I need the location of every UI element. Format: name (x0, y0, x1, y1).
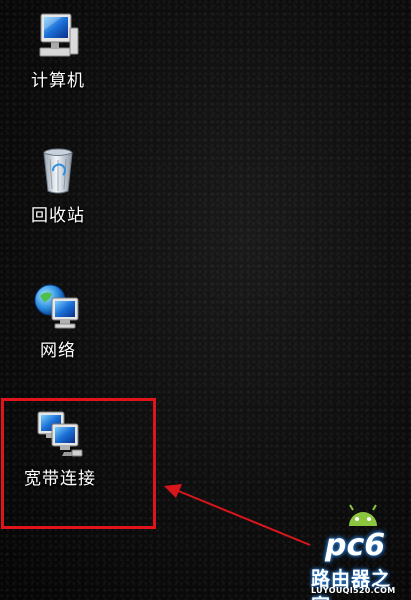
desktop-icon-label: 回收站 (31, 206, 85, 226)
recycle-bin-icon (43, 148, 73, 194)
computer-icon (39, 13, 79, 57)
network-icon (34, 284, 79, 329)
desktop: 计算机 回收站 网络 宽带连接 pc6 路由器之 LUYOUQI520.COM (0, 0, 411, 600)
watermark-url: LUYOUQI520.COM (311, 586, 396, 595)
highlight-box (1, 398, 156, 529)
desktop-icon-label: 计算机 (31, 71, 85, 91)
desktop-icon-recycle-bin[interactable]: 回收站 (13, 145, 103, 226)
watermark-logo: pc6 (325, 528, 386, 563)
desktop-icon-network[interactable]: 网络 (13, 280, 103, 361)
desktop-icon-label: 网络 (40, 341, 76, 361)
watermark: pc6 路由器之家 LUYOUQI520.COM (311, 504, 407, 600)
desktop-icon-computer[interactable]: 计算机 (13, 10, 103, 91)
